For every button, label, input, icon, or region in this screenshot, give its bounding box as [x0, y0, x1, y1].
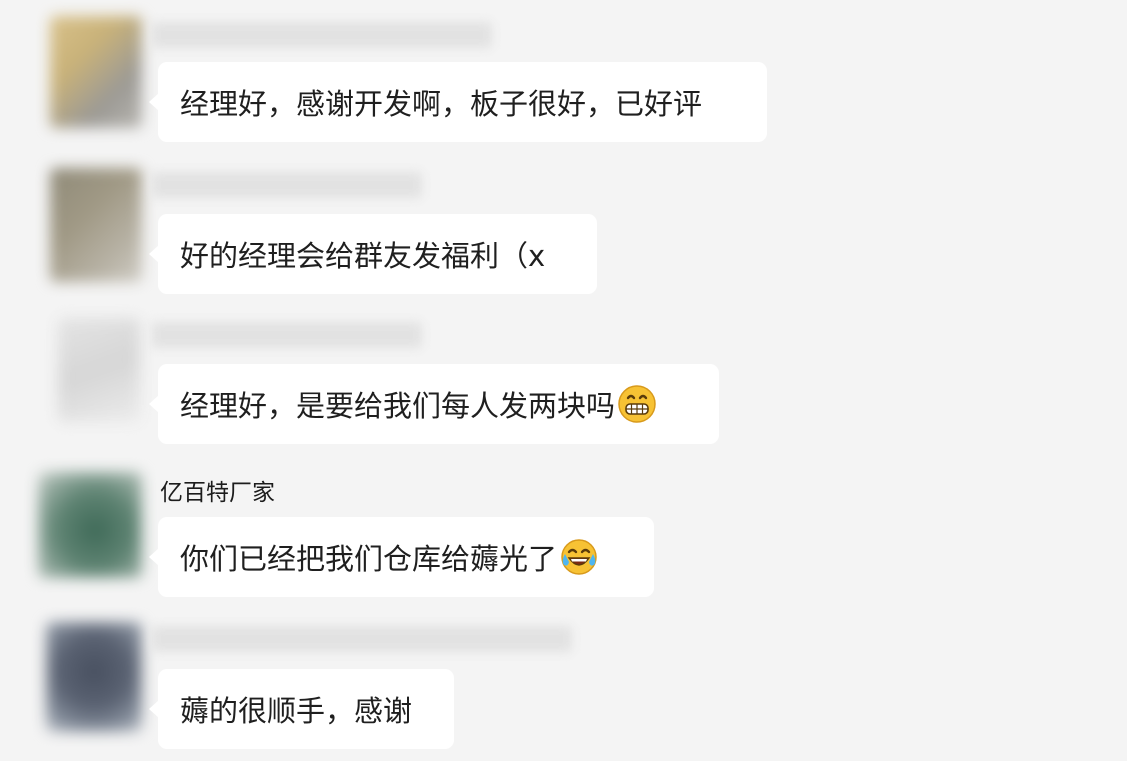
- tears-of-joy-icon: [559, 537, 599, 577]
- grinning-face-icon: [617, 384, 657, 424]
- sender-name-blurred: [152, 172, 422, 198]
- avatar[interactable]: [50, 168, 142, 282]
- message-bubble[interactable]: 经理好，是要给我们每人发两块吗: [149, 364, 719, 444]
- sender-name-blurred: [152, 626, 572, 652]
- message-text: 经理好，感谢开发啊，板子很好，已好评: [180, 87, 703, 121]
- sender-name: 亿百特厂家: [160, 480, 275, 506]
- avatar[interactable]: [58, 318, 140, 422]
- sender-name-blurred: [152, 22, 492, 48]
- message-bubble[interactable]: 你们已经把我们仓库给薅光了: [149, 517, 654, 597]
- avatar[interactable]: [50, 16, 142, 128]
- message-text: 薅的很顺手，感谢: [180, 694, 413, 728]
- sender-name-blurred: [152, 322, 422, 348]
- message-text: 经理好，是要给我们每人发两块吗: [180, 389, 616, 423]
- message-text: 好的经理会给群友发福利（x: [180, 239, 546, 273]
- message-bubble[interactable]: 经理好，感谢开发啊，板子很好，已好评: [149, 62, 767, 142]
- message-bubble[interactable]: 薅的很顺手，感谢: [149, 669, 454, 749]
- message-bubble[interactable]: 好的经理会给群友发福利（x: [149, 214, 597, 294]
- avatar[interactable]: [46, 622, 142, 732]
- avatar[interactable]: [38, 472, 142, 578]
- message-text: 你们已经把我们仓库给薅光了: [180, 542, 558, 576]
